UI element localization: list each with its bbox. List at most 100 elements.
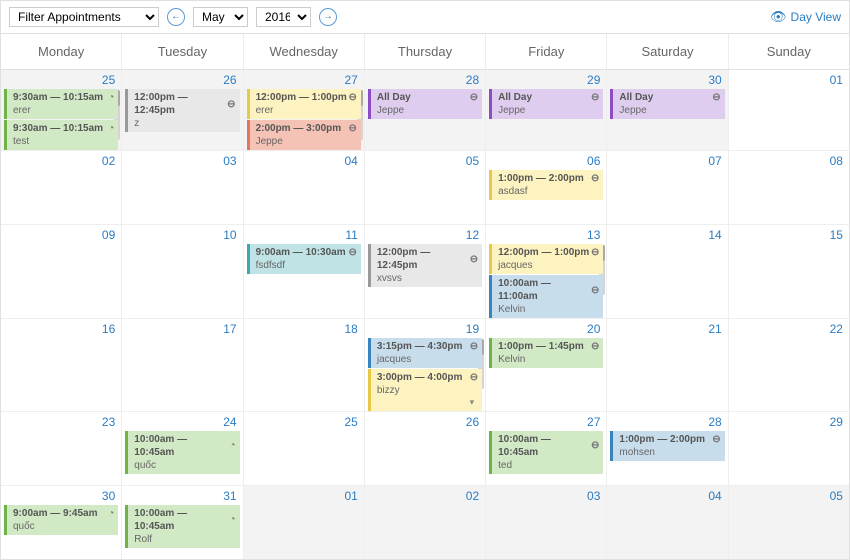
appointment-time: 12:00pm — 1:00pm [256,91,347,104]
day-cell[interactable]: 14 [606,225,727,318]
appointment-name: Jeppe [377,104,478,117]
day-cell[interactable]: 1312:00pm — 1:00pm⊖jacques10:00am — 11:0… [485,225,606,318]
day-cell[interactable]: 04 [243,151,364,224]
appointment[interactable]: 12:00pm — 12:45pm⊖xvsvs [368,244,482,287]
day-cell[interactable]: 3110:00am — 10:45am◔Rolf [121,486,242,559]
day-cell[interactable]: 17 [121,319,242,411]
day-cell[interactable]: 26 [364,412,485,485]
day-cell[interactable]: 18 [243,319,364,411]
day-cell[interactable]: 10 [121,225,242,318]
day-cell[interactable]: 01 [243,486,364,559]
day-cell[interactable]: 281:00pm — 2:00pm⊖mohsen [606,412,727,485]
day-cell[interactable]: 22 [728,319,849,411]
month-select[interactable]: May [193,7,248,27]
day-cell[interactable]: 03 [485,486,606,559]
appointment-name: bizzy [377,384,478,397]
appointment[interactable]: 12:00pm — 1:00pm⊖jacques [489,244,603,274]
appointment-time: All Day [498,91,532,104]
appointment[interactable]: 10:00am — 10:45am◔quốc [125,431,239,474]
day-cell[interactable]: 309:00am — 9:45am◔quốc [1,486,121,559]
appointment[interactable]: 1:00pm — 2:00pm⊖asdasf [489,170,603,200]
appointment-name: quốc [13,520,114,533]
appointment[interactable]: All Day⊖Jeppe [489,89,603,119]
appointment[interactable]: All Day⊖Jeppe [610,89,724,119]
day-cell[interactable]: 16 [1,319,121,411]
day-cell[interactable]: 2712:00pm — 1:00pm⊖erer2:00pm — 3:00pm⊖J… [243,70,364,150]
day-cell[interactable]: 119:00am — 10:30am⊖fsdfsdf [243,225,364,318]
appointment[interactable]: 1:00pm — 1:45pm⊖Kelvin [489,338,603,368]
day-header: Friday [485,34,606,69]
prev-month-button[interactable]: ← [167,8,185,26]
day-cell[interactable]: 21 [606,319,727,411]
appointment-time: 10:00am — 11:00am [498,277,591,303]
appointment[interactable]: 9:00am — 9:45am◔quốc [4,505,118,535]
day-cell[interactable]: 03 [121,151,242,224]
appointment[interactable]: 10:00am — 10:45am◔Rolf [125,505,239,548]
day-cell[interactable]: 05 [728,486,849,559]
appointment[interactable]: 12:00pm — 1:00pm⊖erer [247,89,361,119]
day-number: 04 [607,486,727,505]
day-cell[interactable]: 193:15pm — 4:30pm⊖jacques3:00pm — 4:00pm… [364,319,485,411]
day-number: 01 [244,486,364,505]
appointment[interactable]: 9:30am — 10:15am◔erer [4,89,118,119]
week-row: 259:30am — 10:15am◔erer9:30am — 10:15am◔… [1,70,849,150]
day-view-link[interactable]: 👁 Day View [770,9,841,25]
day-cell[interactable]: 01 [728,70,849,150]
appointment-time: 10:00am — 10:45am [134,507,229,533]
day-cell[interactable]: 30All Day⊖Jeppe [606,70,727,150]
day-cell[interactable]: 09 [1,225,121,318]
circle-minus-icon: ⊖ [712,433,720,446]
chevron-down-icon[interactable]: ▾ [377,397,478,409]
day-cell[interactable]: 23 [1,412,121,485]
appointment[interactable]: 1:00pm — 2:00pm⊖mohsen [610,431,724,461]
next-month-button[interactable]: → [319,8,337,26]
appointment[interactable]: All Day⊖Jeppe [368,89,482,119]
appointment-name: test [13,135,114,148]
day-cell[interactable]: 08 [728,151,849,224]
circle-minus-icon: ⊖ [591,439,599,452]
appointment[interactable]: 2:00pm — 3:00pm⊖Jeppe [247,120,361,150]
day-cell[interactable]: 29All Day⊖Jeppe [485,70,606,150]
day-cell[interactable]: 02 [1,151,121,224]
day-number: 24 [122,412,242,431]
day-cell[interactable]: 05 [364,151,485,224]
appointment-time: 2:00pm — 3:00pm [256,122,342,135]
day-number: 08 [729,151,849,170]
year-select[interactable]: 2016 [256,7,311,27]
day-cell[interactable]: 28All Day⊖Jeppe [364,70,485,150]
circle-minus-icon: ⊖ [348,246,356,259]
day-cell[interactable]: 201:00pm — 1:45pm⊖Kelvin [485,319,606,411]
day-cell[interactable]: 25 [243,412,364,485]
day-cell[interactable]: 2410:00am — 10:45am◔quốc [121,412,242,485]
day-cell[interactable]: 29 [728,412,849,485]
events-container: All Day⊖Jeppe [365,89,485,119]
day-cell[interactable]: 07 [606,151,727,224]
appointment[interactable]: 12:00pm — 12:45pm⊖z [125,89,239,132]
circle-minus-icon: ⊖ [591,284,599,297]
day-cell[interactable]: 061:00pm — 2:00pm⊖asdasf [485,151,606,224]
appointment[interactable]: 9:00am — 10:30am⊖fsdfsdf [247,244,361,274]
events-container: 12:00pm — 12:45pm⊖z [122,89,242,132]
day-cell[interactable]: 02 [364,486,485,559]
day-cell[interactable]: 2710:00am — 10:45am⊖ted [485,412,606,485]
appointment-name: jacques [377,353,478,366]
day-cell[interactable]: 1212:00pm — 12:45pm⊖xvsvs [364,225,485,318]
filter-appointments-select[interactable]: Filter Appointments [9,7,159,27]
appointment[interactable]: 9:30am — 10:15am◔test [4,120,118,150]
day-cell[interactable]: 259:30am — 10:15am◔erer9:30am — 10:15am◔… [1,70,121,150]
day-number: 01 [729,70,849,89]
appointment[interactable]: 10:00am — 11:00am⊖Kelvin [489,275,603,318]
circle-minus-icon: ⊖ [470,340,478,353]
day-cell[interactable]: 15 [728,225,849,318]
day-cell[interactable]: 04 [606,486,727,559]
appointment[interactable]: 3:00pm — 4:00pm⊖bizzy▾ [368,369,482,411]
appointment[interactable]: 3:15pm — 4:30pm⊖jacques [368,338,482,368]
day-header: Wednesday [243,34,364,69]
circle-minus-icon: ⊖ [470,371,478,384]
appointment[interactable]: 10:00am — 10:45am⊖ted [489,431,603,474]
day-header: Monday [1,34,121,69]
day-number: 11 [244,225,364,244]
events-container: 12:00pm — 12:45pm⊖xvsvs [365,244,485,287]
day-cell[interactable]: 2612:00pm — 12:45pm⊖z [121,70,242,150]
events-container: 1:00pm — 2:00pm⊖mohsen [607,431,727,461]
